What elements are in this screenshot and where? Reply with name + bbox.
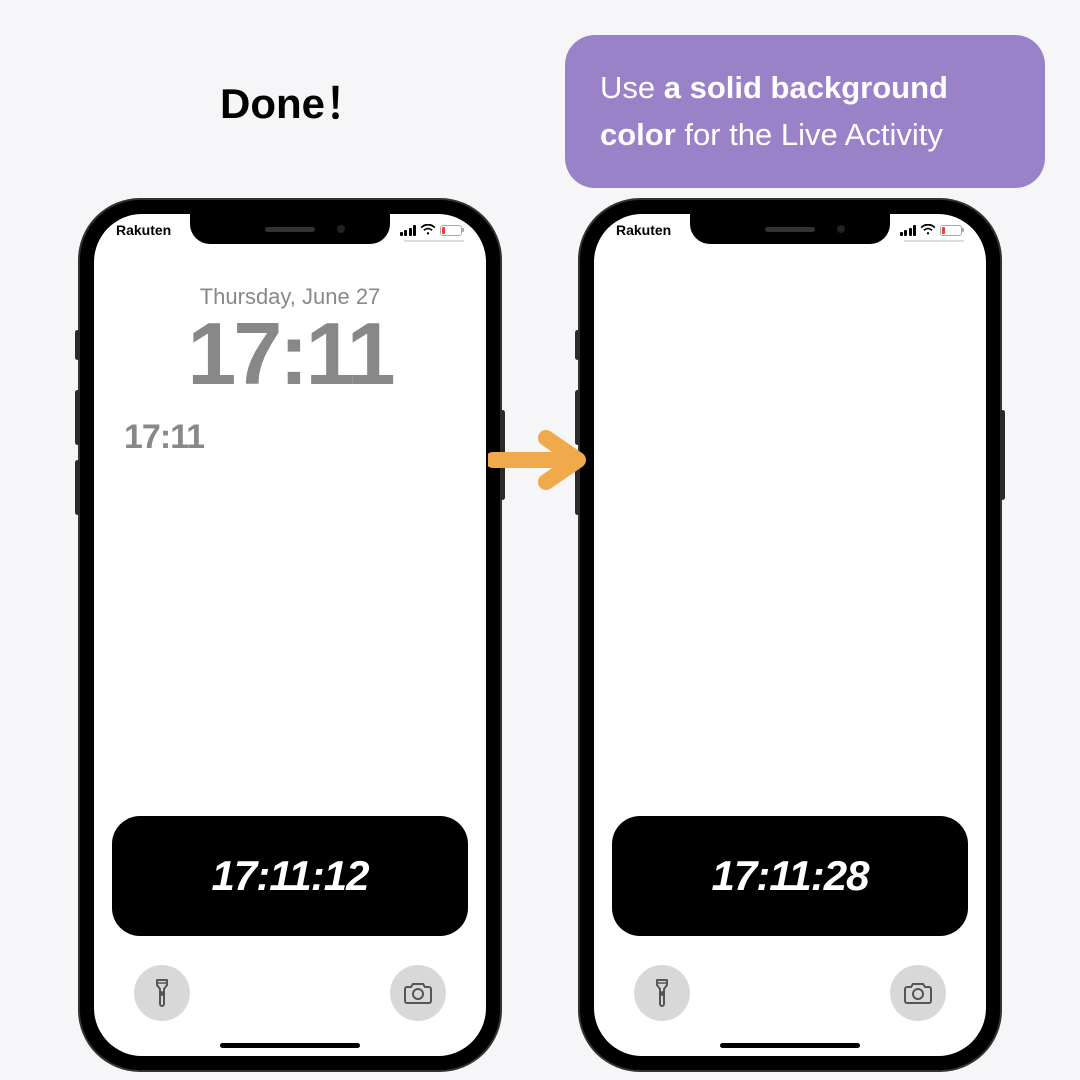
flashlight-icon: [651, 979, 673, 1007]
lockscreen-time: 17:11: [94, 310, 486, 398]
flashlight-button[interactable]: [134, 965, 190, 1021]
signal-icon: [900, 225, 917, 236]
camera-button[interactable]: [390, 965, 446, 1021]
status-bar: Rakuten: [94, 222, 486, 238]
battery-icon: [940, 225, 964, 236]
status-bar: Rakuten: [594, 222, 986, 238]
lockscreen-subtime: 17:11: [124, 418, 486, 457]
callout-bubble: Use a solid background color for the Liv…: [565, 35, 1045, 188]
live-activity-time: 17:11:28: [711, 852, 868, 900]
callout-text-suffix: for the Live Activity: [676, 117, 943, 152]
wifi-icon: [920, 224, 936, 236]
flashlight-icon: [151, 979, 173, 1007]
camera-button[interactable]: [890, 965, 946, 1021]
silence-switch: [575, 330, 580, 360]
phone-mockup-left: Rakuten Thursday, June 27 17:11 17:11 17…: [80, 200, 500, 1070]
live-activity-card[interactable]: 17:11:28: [612, 816, 968, 936]
volume-up-button: [75, 390, 80, 445]
status-underline: [404, 240, 464, 242]
home-indicator[interactable]: [220, 1043, 360, 1048]
phone-screen-right: Rakuten 17:11:28: [594, 214, 986, 1056]
carrier-label: Rakuten: [616, 222, 671, 238]
carrier-label: Rakuten: [116, 222, 171, 238]
live-activity-card[interactable]: 17:11:12: [112, 816, 468, 936]
arrow-icon: [488, 430, 588, 490]
done-label: Done！: [220, 70, 367, 131]
silence-switch: [75, 330, 80, 360]
camera-icon: [904, 982, 932, 1004]
power-button: [1000, 410, 1005, 500]
live-activity-time: 17:11:12: [211, 852, 368, 900]
phone-mockup-right: Rakuten 17:11:28: [580, 200, 1000, 1070]
camera-icon: [404, 982, 432, 1004]
callout-text-prefix: Use: [600, 70, 664, 105]
battery-icon: [440, 225, 464, 236]
wifi-icon: [420, 224, 436, 236]
phone-screen-left: Rakuten Thursday, June 27 17:11 17:11 17…: [94, 214, 486, 1056]
status-underline: [904, 240, 964, 242]
volume-down-button: [75, 460, 80, 515]
signal-icon: [400, 225, 417, 236]
flashlight-button[interactable]: [634, 965, 690, 1021]
home-indicator[interactable]: [720, 1043, 860, 1048]
